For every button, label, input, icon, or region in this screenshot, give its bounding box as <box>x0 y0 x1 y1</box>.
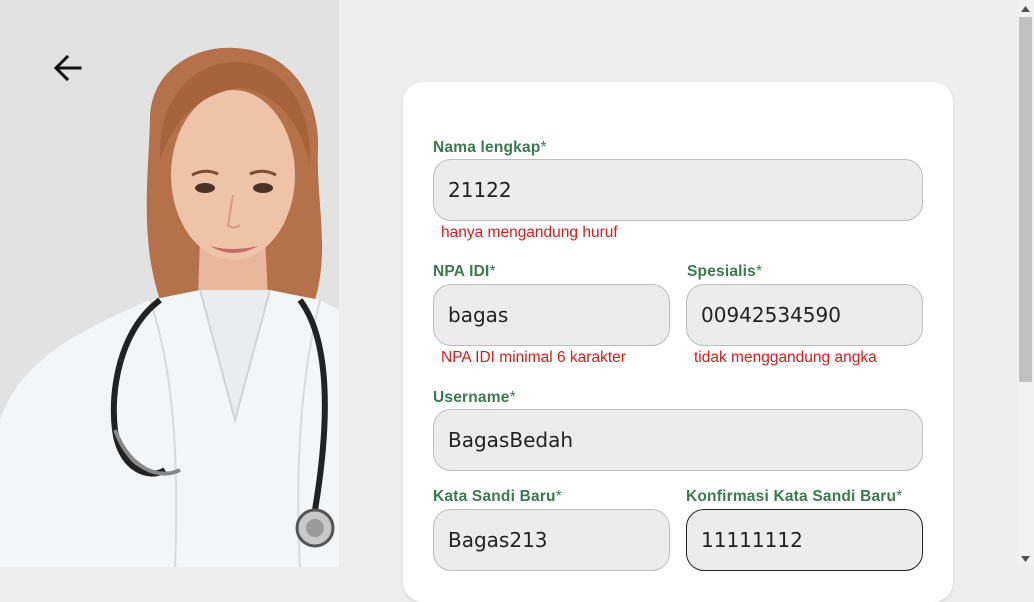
username-label: Username* <box>433 389 516 406</box>
triangle-up-icon <box>1021 5 1030 12</box>
spesialis-input[interactable] <box>686 284 923 346</box>
nama-lengkap-input[interactable] <box>433 159 923 221</box>
scroll-up-button[interactable] <box>1017 0 1034 17</box>
scrollbar[interactable] <box>1017 0 1034 567</box>
npa-idi-error: NPA IDI minimal 6 karakter <box>441 349 626 366</box>
konfirmasi-input[interactable] <box>686 509 923 571</box>
npa-idi-input[interactable] <box>433 284 670 346</box>
back-button[interactable] <box>50 50 86 86</box>
npa-idi-label: NPA IDI* <box>433 263 496 280</box>
arrow-left-icon <box>53 54 82 82</box>
triangle-down-icon <box>1021 555 1030 562</box>
doctor-photo <box>0 0 339 567</box>
kata-sandi-input[interactable] <box>433 509 670 571</box>
scroll-down-button[interactable] <box>1017 550 1034 567</box>
nama-lengkap-error: hanya mengandung huruf <box>441 224 618 241</box>
scroll-thumb[interactable] <box>1019 17 1032 382</box>
kata-sandi-label: Kata Sandi Baru* <box>433 488 562 505</box>
username-input[interactable] <box>433 409 923 471</box>
spesialis-label: Spesialis* <box>687 263 763 280</box>
nama-lengkap-label: Nama lengkap* <box>433 139 547 156</box>
spesialis-error: tidak menggandung angka <box>694 349 877 366</box>
konfirmasi-label: Konfirmasi Kata Sandi Baru* <box>686 488 903 505</box>
